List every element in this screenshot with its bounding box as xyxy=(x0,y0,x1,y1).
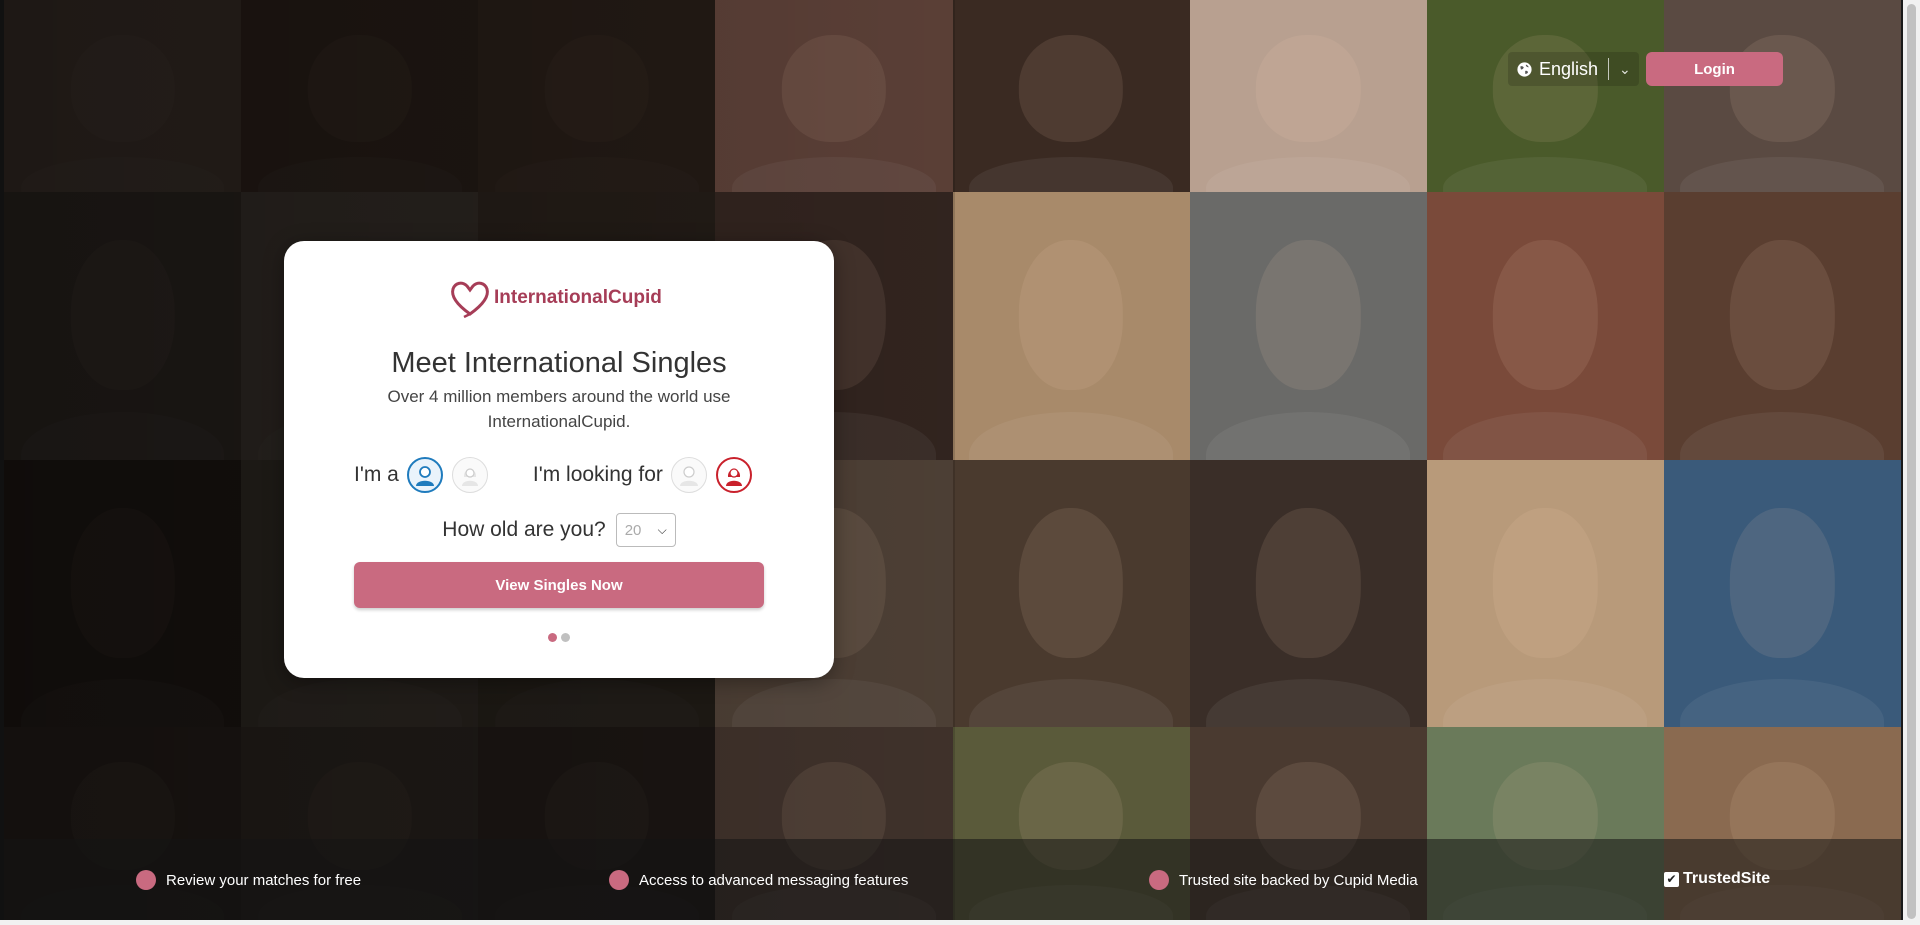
trustedsite-label: TrustedSite xyxy=(1683,870,1771,887)
male-avatar-icon xyxy=(415,466,434,486)
trustedsite-badge[interactable]: ✔ TrustedSite xyxy=(1664,870,1770,888)
member-photo xyxy=(952,460,1190,727)
member-photo xyxy=(4,192,242,460)
feature-item: Trusted site backed by Cupid Media xyxy=(1149,870,1418,890)
chevron-down-icon: ⌵ xyxy=(657,522,667,537)
member-photo xyxy=(4,0,242,192)
feature-item: Review your matches for free xyxy=(136,870,361,890)
seeking-female-option[interactable] xyxy=(715,457,752,493)
login-button[interactable]: Login xyxy=(1646,52,1783,86)
member-photo xyxy=(1426,192,1664,460)
female-avatar-icon xyxy=(461,468,478,486)
bullet-icon xyxy=(136,870,156,890)
language-divider xyxy=(1608,58,1610,80)
feature-text: Review your matches for free xyxy=(166,871,362,889)
member-photo xyxy=(715,0,953,192)
signup-card: InternationalCupid Meet International Si… xyxy=(284,241,834,678)
member-photo xyxy=(1426,0,1664,192)
chevron-down-icon: ⌄ xyxy=(1619,60,1631,77)
member-photo xyxy=(1189,192,1427,460)
member-photo xyxy=(241,0,479,192)
page-title: Meet International Singles xyxy=(391,347,727,379)
iam-female-option[interactable] xyxy=(451,457,488,493)
member-count-text: Over 4 million members around the world … xyxy=(387,387,731,431)
member-photo xyxy=(1663,460,1901,727)
carousel-dot[interactable] xyxy=(548,633,557,642)
member-photo xyxy=(952,0,1190,192)
scrollbar-thumb[interactable] xyxy=(1907,4,1916,919)
features-bar: Review your matches for free Access to a… xyxy=(4,839,1901,920)
member-photo xyxy=(1189,0,1427,192)
looking-for-label: I'm looking for xyxy=(532,463,663,486)
member-photo xyxy=(4,460,242,727)
seeking-male-option[interactable] xyxy=(670,457,707,493)
member-photo xyxy=(1663,0,1901,192)
window-bottom-edge xyxy=(0,920,1920,925)
male-avatar-icon xyxy=(679,466,698,486)
bullet-icon xyxy=(1149,870,1169,890)
checkmark-icon: ✔ xyxy=(1664,871,1679,887)
heart-logo-icon xyxy=(451,281,489,318)
bullet-icon xyxy=(609,870,629,890)
age-select[interactable]: 20 ⌵ xyxy=(615,513,676,547)
member-photo xyxy=(1189,460,1427,727)
age-row: How old are you? 20 ⌵ xyxy=(284,513,834,547)
feature-item: Access to advanced messaging features xyxy=(609,870,908,890)
feature-text: Access to advanced messaging features xyxy=(639,871,909,889)
age-value: 20 xyxy=(624,521,642,539)
member-photo xyxy=(1663,192,1901,460)
feature-text: Trusted site backed by Cupid Media xyxy=(1179,871,1418,889)
vertical-scrollbar[interactable] xyxy=(1903,0,1920,925)
carousel-dot[interactable] xyxy=(561,633,570,642)
language-selector[interactable]: English ⌄ xyxy=(1508,52,1639,86)
female-avatar-icon xyxy=(725,468,742,486)
age-question: How old are you? xyxy=(442,518,606,541)
globe-icon xyxy=(1517,61,1532,77)
member-photo xyxy=(952,192,1190,460)
member-photo xyxy=(478,0,716,192)
gender-selector-row: I'm a I'm looking for xyxy=(354,456,761,494)
language-label: English xyxy=(1539,58,1599,79)
view-singles-button[interactable]: View Singles Now xyxy=(354,562,764,608)
iam-label: I'm a xyxy=(354,463,399,486)
site-logo[interactable]: InternationalCupid xyxy=(448,278,662,318)
iam-male-option[interactable] xyxy=(406,457,443,493)
member-photo xyxy=(1426,460,1664,727)
carousel-dots xyxy=(284,633,834,642)
brand-name: InternationalCupid xyxy=(494,287,662,308)
